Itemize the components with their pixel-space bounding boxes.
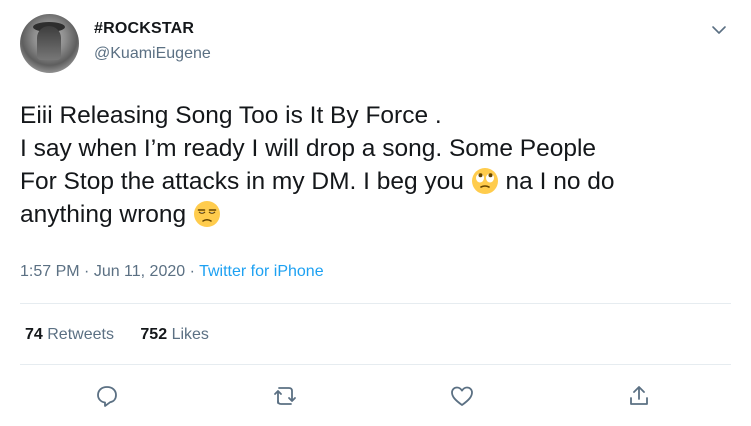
chevron-down-icon[interactable] xyxy=(711,22,727,38)
divider xyxy=(20,303,731,304)
retweets-stat[interactable]: 74 Retweets xyxy=(25,326,114,344)
tweet-date[interactable]: Jun 11, 2020 xyxy=(94,263,185,280)
tweet-actions xyxy=(0,383,751,411)
meta-separator: · xyxy=(185,263,200,280)
reply-icon[interactable] xyxy=(94,383,122,411)
unamused-face-icon xyxy=(193,200,221,228)
tweet-line-2: I say when I’m ready I will drop a song.… xyxy=(20,135,597,162)
likes-stat[interactable]: 752 Likes xyxy=(140,326,209,344)
face-with-rolling-eyes-icon xyxy=(471,167,499,195)
tweet-card: #ROCKSTAR @KuamiEugene Eiii Releasing So… xyxy=(0,0,751,426)
share-icon[interactable] xyxy=(626,383,654,411)
tweet-source-link[interactable]: Twitter for iPhone xyxy=(199,263,324,280)
likes-count: 752 xyxy=(140,326,168,343)
tweet-stats: 74 Retweets 752 Likes xyxy=(25,326,231,344)
tweet-line-3a: For Stop the attacks in my DM. I beg you xyxy=(20,168,471,195)
tweet-line-4a: anything wrong xyxy=(20,201,193,228)
avatar[interactable] xyxy=(20,14,79,73)
retweets-label: Retweets xyxy=(47,326,114,343)
tweet-line-1: Eiii Releasing Song Too is It By Force . xyxy=(20,102,442,129)
divider xyxy=(20,364,731,365)
retweet-icon[interactable] xyxy=(272,383,300,411)
user-handle[interactable]: @KuamiEugene xyxy=(94,45,211,63)
like-icon[interactable] xyxy=(449,383,477,411)
tweet-line-3b: na I no do xyxy=(498,168,615,195)
avatar-figure-shape xyxy=(37,26,61,60)
meta-separator: · xyxy=(79,263,94,280)
tweet-time[interactable]: 1:57 PM xyxy=(20,263,80,280)
display-name[interactable]: #ROCKSTAR xyxy=(94,20,194,38)
tweet-meta: 1:57 PM · Jun 11, 2020 · Twitter for iPh… xyxy=(20,263,324,281)
tweet-text: Eiii Releasing Song Too is It By Force .… xyxy=(20,99,732,231)
likes-label: Likes xyxy=(171,326,209,343)
retweets-count: 74 xyxy=(25,326,43,343)
